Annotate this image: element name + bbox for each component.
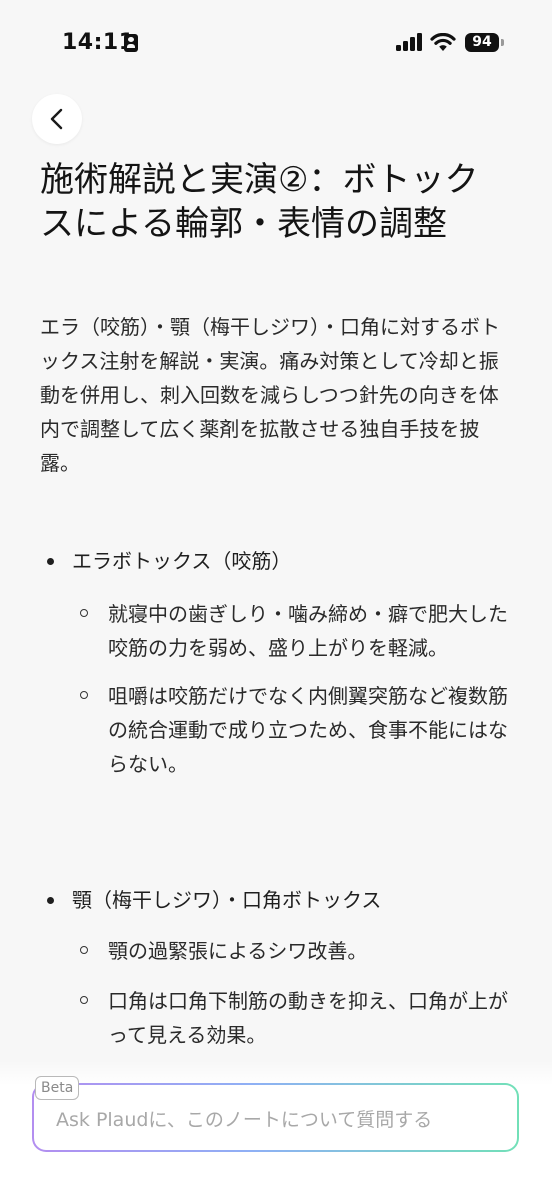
sub-bullet <box>80 691 88 699</box>
section-chin-mouth-botox: 顎（梅干しジワ）・口角ボトックス 顎の過緊張によるシワ改善。 口角は口角下制筋の… <box>40 884 510 1068</box>
section-masseter-botox: エラボトックス（咬筋） 就寝中の歯ぎしり・噛み締め・癖で肥大した咬筋の力を弱め、… <box>40 545 510 795</box>
back-button[interactable] <box>32 94 82 144</box>
list-item-text: 就寝中の歯ぎしり・噛み締め・癖で肥大した咬筋の力を弱め、盛り上がりを軽減。 <box>108 602 508 660</box>
section-heading-text: エラボトックス（咬筋） <box>72 549 292 573</box>
status-bar: 14:11 94 <box>0 0 552 88</box>
list-item: 就寝中の歯ぎしり・噛み締め・癖で肥大した咬筋の力を弱め、盛り上がりを軽減。 <box>40 597 510 665</box>
sub-bullet <box>80 996 88 1004</box>
beta-badge: Beta <box>35 1076 80 1100</box>
ask-plaud-input[interactable]: Ask Plaudに、このノートについて質問する <box>32 1083 519 1152</box>
bullet-dot <box>47 558 54 565</box>
sub-list: 顎の過緊張によるシワ改善。 口角は口角下制筋の動きを抑え、口角が上がって見える効… <box>40 934 510 1052</box>
list-item: 咀嚼は咬筋だけでなく内側翼突筋など複数筋の統合運動で成り立つため、食事不能にはな… <box>40 679 510 781</box>
wifi-icon <box>430 33 456 51</box>
section-heading: エラボトックス（咬筋） <box>40 545 510 577</box>
bullet-dot <box>47 897 54 904</box>
chevron-left-icon <box>50 108 63 130</box>
sub-bullet <box>80 609 88 617</box>
list-item-text: 咀嚼は咬筋だけでなく内側翼突筋など複数筋の統合運動で成り立つため、食事不能にはな… <box>108 684 508 776</box>
person-focus-icon <box>124 34 138 52</box>
sub-list: 就寝中の歯ぎしり・噛み締め・癖で肥大した咬筋の力を弱め、盛り上がりを軽減。 咀嚼… <box>40 597 510 781</box>
list-item: 顎の過緊張によるシワ改善。 <box>40 934 510 968</box>
page-title: 施術解説と実演②：ボトックスによる輪郭・表情の調整 <box>40 160 479 244</box>
battery-tip <box>501 39 504 46</box>
list-item: 口角は口角下制筋の動きを抑え、口角が上がって見える効果。 <box>40 984 510 1052</box>
sub-bullet <box>80 946 88 954</box>
section-heading: 顎（梅干しジワ）・口角ボトックス <box>40 884 510 916</box>
ask-plaud-placeholder[interactable]: Ask Plaudに、このノートについて質問する <box>34 1085 517 1150</box>
section-heading-text: 顎（梅干しジワ）・口角ボトックス <box>72 888 382 912</box>
note-summary: エラ（咬筋）・顎（梅干しジワ）・口角に対するボトックス注射を解説・実演。痛み対策… <box>40 315 500 475</box>
list-item-text: 顎の過緊張によるシワ改善。 <box>108 939 368 963</box>
battery-icon: 94 <box>465 33 499 52</box>
list-item-text: 口角は口角下制筋の動きを抑え、口角が上がって見える効果。 <box>108 989 508 1047</box>
cellular-signal-icon <box>396 33 422 51</box>
